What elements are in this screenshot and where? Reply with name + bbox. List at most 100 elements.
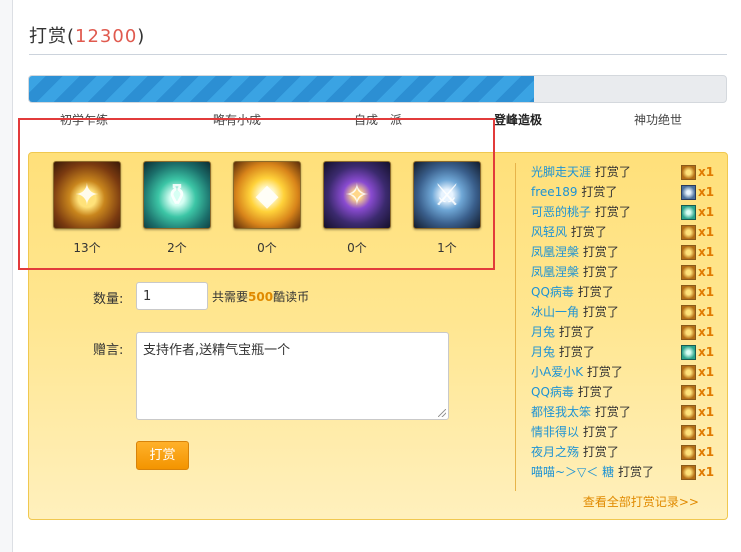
quantity-label: 数量: (93, 292, 124, 307)
record-item: 小A爱小K 打赏了 x1 (531, 362, 721, 382)
record-quantity: x1 (698, 465, 715, 479)
shield-icon (681, 365, 696, 380)
record-quantity: x1 (698, 245, 715, 259)
record-user-link[interactable]: QQ病毒 (531, 385, 574, 399)
record-item: 月兔 打赏了 x1 (531, 342, 721, 362)
record-action: 打赏了 (581, 185, 618, 199)
record-quantity: x1 (698, 325, 715, 339)
record-user-link[interactable]: 月兔 (531, 345, 555, 359)
view-all-records-link[interactable]: 查看全部打赏记录>> (583, 493, 699, 510)
section-title: 打赏(12300) (29, 26, 146, 47)
level-progress-bar (28, 75, 727, 103)
record-item: 月兔 打赏了 x1 (531, 322, 721, 342)
level-label: 神功绝世 (633, 113, 683, 127)
record-action: 打赏了 (558, 325, 595, 339)
shield-icon (681, 165, 696, 180)
record-action: 打赏了 (586, 365, 623, 379)
record-user-link[interactable]: 夜月之殇 (531, 445, 579, 459)
record-action: 打赏了 (582, 265, 619, 279)
record-action: 打赏了 (582, 445, 619, 459)
cost-text: 共需要500酷读币 (212, 288, 309, 305)
shield-icon (681, 305, 696, 320)
panel-divider (515, 163, 516, 491)
shield-icon (681, 325, 696, 340)
record-action: 打赏了 (558, 345, 595, 359)
record-item: 喵喵~＞▽＜ 糖 打赏了 x1 (531, 462, 721, 482)
shield-icon (681, 425, 696, 440)
record-quantity: x1 (698, 205, 715, 219)
record-action: 打赏了 (617, 465, 654, 479)
shield-icon (681, 465, 696, 480)
record-user-link[interactable]: 凤凰涅槃 (531, 265, 579, 279)
record-action: 打赏了 (570, 225, 607, 239)
gift-selection-highlight (18, 118, 495, 270)
record-item: QQ病毒 打赏了 x1 (531, 282, 721, 302)
message-textarea[interactable]: 支持作者,送精气宝瓶一个 (136, 332, 449, 420)
record-item: 冰山一角 打赏了 x1 (531, 302, 721, 322)
record-user-link[interactable]: 月兔 (531, 325, 555, 339)
record-action: 打赏了 (594, 165, 631, 179)
shield-icon (681, 225, 696, 240)
reward-count: 12300 (75, 26, 138, 47)
shield-icon (681, 405, 696, 420)
record-user-link[interactable]: 冰山一角 (531, 305, 579, 319)
record-quantity: x1 (698, 385, 715, 399)
bottle-icon (681, 345, 696, 360)
record-item: free189 打赏了 x1 (531, 182, 721, 202)
record-user-link[interactable]: 喵喵~＞▽＜ 糖 (531, 465, 614, 479)
resize-handle-icon[interactable] (438, 409, 446, 417)
message-label: 赠言: (93, 343, 124, 358)
record-action: 打赏了 (594, 405, 631, 419)
record-action: 打赏了 (582, 305, 619, 319)
record-quantity: x1 (698, 345, 715, 359)
level-label-current: 登峰造极 (493, 113, 543, 127)
record-user-link[interactable]: 凤凰涅槃 (531, 245, 579, 259)
record-user-link[interactable]: 都怪我太笨 (531, 405, 591, 419)
record-user-link[interactable]: 光脚走天涯 (531, 165, 591, 179)
record-quantity: x1 (698, 365, 715, 379)
record-action: 打赏了 (577, 385, 614, 399)
title-divider (29, 54, 727, 55)
shield-icon (681, 445, 696, 460)
record-quantity: x1 (698, 305, 715, 319)
bottle-icon (681, 205, 696, 220)
reward-section: 打赏(12300) 初学乍练 略有小成 自成一派 登峰造极 神功绝世 ✦ 13个… (12, 0, 741, 552)
submit-reward-button[interactable]: 打赏 (136, 441, 189, 470)
record-user-link[interactable]: QQ病毒 (531, 285, 574, 299)
record-user-link[interactable]: free189 (531, 185, 578, 199)
record-item: 夜月之殇 打赏了 x1 (531, 442, 721, 462)
record-action: 打赏了 (582, 425, 619, 439)
record-item: 情非得以 打赏了 x1 (531, 422, 721, 442)
record-user-link[interactable]: 小A爱小K (531, 365, 583, 379)
record-quantity: x1 (698, 445, 715, 459)
sword-icon (681, 185, 696, 200)
title-text: 打赏 (29, 26, 67, 47)
record-quantity: x1 (698, 185, 715, 199)
record-item: 都怪我太笨 打赏了 x1 (531, 402, 721, 422)
record-quantity: x1 (698, 225, 715, 239)
record-quantity: x1 (698, 285, 715, 299)
shield-icon (681, 285, 696, 300)
shield-icon (681, 265, 696, 280)
shield-icon (681, 245, 696, 260)
record-action: 打赏了 (577, 285, 614, 299)
record-item: 风轻风 打赏了 x1 (531, 222, 721, 242)
cost-amount: 500 (248, 290, 274, 304)
record-user-link[interactable]: 情非得以 (531, 425, 579, 439)
record-quantity: x1 (698, 405, 715, 419)
record-item: QQ病毒 打赏了 x1 (531, 382, 721, 402)
record-quantity: x1 (698, 165, 715, 179)
record-user-link[interactable]: 可恶的桃子 (531, 205, 591, 219)
quantity-input[interactable] (136, 282, 208, 310)
cost-suffix: 酷读币 (273, 290, 310, 304)
progress-fill (29, 76, 535, 102)
shield-icon (681, 385, 696, 400)
cost-prefix: 共需要 (212, 290, 249, 304)
record-user-link[interactable]: 风轻风 (531, 225, 567, 239)
record-item: 凤凰涅槃 打赏了 x1 (531, 262, 721, 282)
record-item: 凤凰涅槃 打赏了 x1 (531, 242, 721, 262)
reward-records-list: 光脚走天涯 打赏了 x1 free189 打赏了 x1 可恶的桃子 打赏了 x1 风轻风 打… (531, 162, 721, 482)
record-quantity: x1 (698, 265, 715, 279)
record-action: 打赏了 (582, 245, 619, 259)
record-item: 可恶的桃子 打赏了 x1 (531, 202, 721, 222)
